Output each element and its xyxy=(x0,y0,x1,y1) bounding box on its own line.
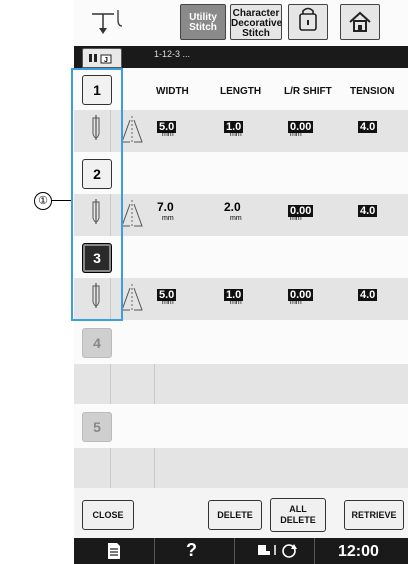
row-5-header xyxy=(74,404,408,448)
callout-leader-line xyxy=(51,200,72,201)
shift-unit: mm xyxy=(290,215,302,222)
all-delete-button[interactable]: ALL DELETE xyxy=(270,498,326,532)
tab-char-label-3: Stitch xyxy=(242,28,270,39)
tension-value-3[interactable]: 4.0 xyxy=(358,285,378,303)
length-unit: mm xyxy=(230,131,242,138)
header-width: WIDTH xyxy=(156,86,189,97)
width-unit: mm xyxy=(162,299,174,306)
length-unit: mm xyxy=(230,215,242,222)
row-5-values xyxy=(74,448,408,488)
delete-button[interactable]: DELETE xyxy=(208,500,262,530)
tension-value-text: 4.0 xyxy=(358,121,378,133)
status-divider xyxy=(314,538,315,564)
col-separator xyxy=(110,448,111,488)
home-icon xyxy=(349,11,371,32)
callout-highlight-frame xyxy=(71,68,123,321)
stitch-number-button-4[interactable]: 4 xyxy=(82,328,112,358)
pattern-tab-button[interactable]: J xyxy=(82,48,122,68)
tab-utility-stitch[interactable]: Utility Stitch xyxy=(180,4,226,40)
sewing-machine-screen: Utility Stitch Character Decorative Stit… xyxy=(74,0,408,564)
tension-value-2[interactable]: 4.0 xyxy=(358,201,378,219)
all-delete-label-2: DELETE xyxy=(280,515,316,525)
stitch-number-button-5[interactable]: 5 xyxy=(82,412,112,442)
pattern-sub-bar xyxy=(74,46,408,68)
col-separator xyxy=(110,364,111,404)
pattern-tab-icon: J xyxy=(89,54,112,64)
tension-value-text: 4.0 xyxy=(358,289,378,301)
col-separator xyxy=(154,448,155,488)
status-divider xyxy=(234,538,235,564)
shift-unit: mm xyxy=(290,299,302,306)
header-lr-shift: L/R SHIFT xyxy=(284,86,332,97)
length-unit: mm xyxy=(230,299,242,306)
tab-utility-label-2: Stitch xyxy=(189,22,217,33)
svg-text:J: J xyxy=(104,57,108,64)
row-3-header xyxy=(74,236,408,278)
needle-mode-icon[interactable] xyxy=(88,6,128,38)
presser-foot-settings-icon[interactable] xyxy=(254,541,300,561)
subbar-text: 1-12-3 ... xyxy=(154,49,191,59)
width-unit: mm xyxy=(162,131,174,138)
shift-unit: mm xyxy=(290,131,302,138)
clock-time: 12:00 xyxy=(338,543,379,560)
length-value-2[interactable]: 2.0 xyxy=(224,201,241,213)
all-delete-label-1: ALL xyxy=(289,504,307,514)
retrieve-button[interactable]: RETRIEVE xyxy=(344,500,404,530)
callout-number: ① xyxy=(34,192,52,210)
header-tension: TENSION xyxy=(350,86,395,97)
header-length: LENGTH xyxy=(220,86,262,97)
row-4-header xyxy=(74,320,408,364)
home-button[interactable] xyxy=(340,4,380,40)
help-icon[interactable]: ? xyxy=(186,540,197,561)
close-button[interactable]: CLOSE xyxy=(82,500,134,530)
width-unit: mm xyxy=(162,215,174,222)
tension-value-text: 4.0 xyxy=(358,205,378,217)
lock-button[interactable] xyxy=(288,4,328,40)
col-separator xyxy=(154,364,155,404)
document-icon[interactable] xyxy=(104,541,124,561)
row-2-header xyxy=(74,152,408,194)
row-4-values xyxy=(74,364,408,404)
tension-value-1[interactable]: 4.0 xyxy=(358,117,378,135)
status-divider xyxy=(154,538,155,564)
tab-character-decorative-stitch[interactable]: Character Decorative Stitch xyxy=(230,4,282,40)
width-value-2[interactable]: 7.0 xyxy=(157,201,174,213)
lock-icon xyxy=(299,7,317,31)
